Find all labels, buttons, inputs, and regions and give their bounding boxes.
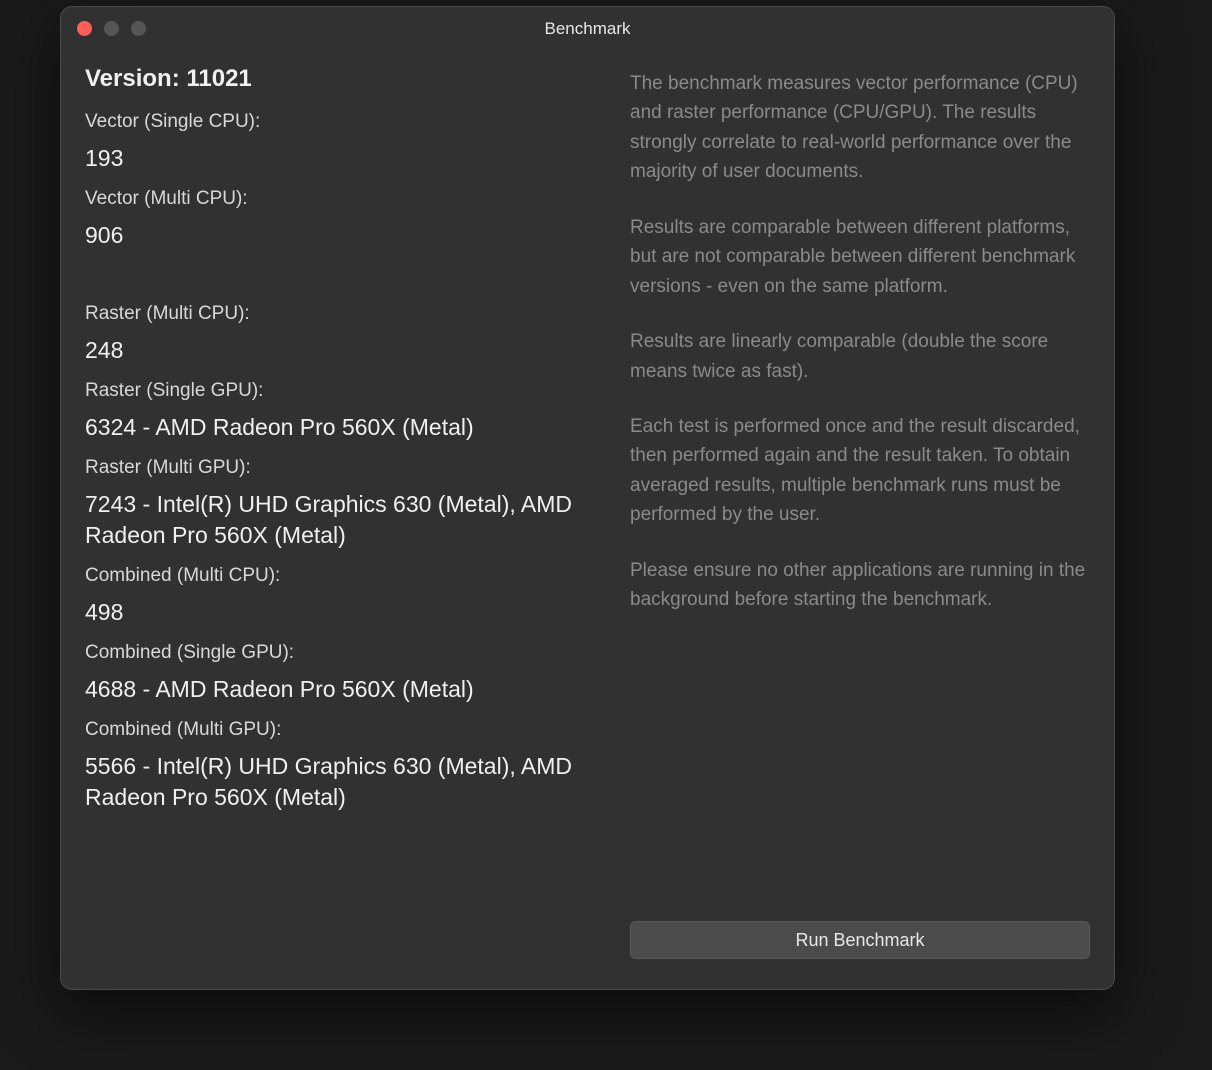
description-p4: Each test is performed once and the resu… (630, 412, 1090, 530)
vector-multi-cpu-label: Vector (Multi CPU): (85, 188, 610, 210)
description-p5: Please ensure no other applications are … (630, 556, 1090, 615)
combined-single-gpu-label: Combined (Single GPU): (85, 642, 610, 664)
combined-multi-cpu-value: 498 (85, 597, 610, 628)
raster-single-gpu-value: 6324 - AMD Radeon Pro 560X (Metal) (85, 412, 610, 443)
vector-single-cpu-value: 193 (85, 143, 610, 174)
maximize-icon[interactable] (131, 21, 146, 36)
run-benchmark-button[interactable]: Run Benchmark (630, 921, 1090, 959)
titlebar[interactable]: Benchmark (61, 7, 1114, 51)
description-text: The benchmark measures vector performanc… (630, 69, 1090, 641)
raster-multi-gpu-label: Raster (Multi GPU): (85, 457, 610, 479)
content-area: Version: 11021 Vector (Single CPU): 193 … (61, 51, 1114, 989)
results-column: Version: 11021 Vector (Single CPU): 193 … (85, 61, 630, 965)
raster-multi-gpu-value: 7243 - Intel(R) UHD Graphics 630 (Metal)… (85, 489, 610, 551)
combined-multi-gpu-value: 5566 - Intel(R) UHD Graphics 630 (Metal)… (85, 751, 610, 813)
raster-single-gpu-label: Raster (Single GPU): (85, 380, 610, 402)
description-column: The benchmark measures vector performanc… (630, 61, 1090, 965)
description-p3: Results are linearly comparable (double … (630, 327, 1090, 386)
description-p1: The benchmark measures vector performanc… (630, 69, 1090, 187)
combined-multi-cpu-label: Combined (Multi CPU): (85, 565, 610, 587)
benchmark-window: Benchmark Version: 11021 Vector (Single … (60, 6, 1115, 990)
raster-multi-cpu-label: Raster (Multi CPU): (85, 303, 610, 325)
minimize-icon[interactable] (104, 21, 119, 36)
traffic-lights (77, 21, 146, 36)
description-p2: Results are comparable between different… (630, 213, 1090, 301)
combined-single-gpu-value: 4688 - AMD Radeon Pro 560X (Metal) (85, 674, 610, 705)
version-label: Version: 11021 (85, 65, 610, 93)
section-gap (85, 261, 610, 289)
combined-multi-gpu-label: Combined (Multi GPU): (85, 719, 610, 741)
raster-multi-cpu-value: 248 (85, 335, 610, 366)
vector-single-cpu-label: Vector (Single CPU): (85, 111, 610, 133)
vector-multi-cpu-value: 906 (85, 220, 610, 251)
close-icon[interactable] (77, 21, 92, 36)
window-title: Benchmark (61, 19, 1114, 39)
